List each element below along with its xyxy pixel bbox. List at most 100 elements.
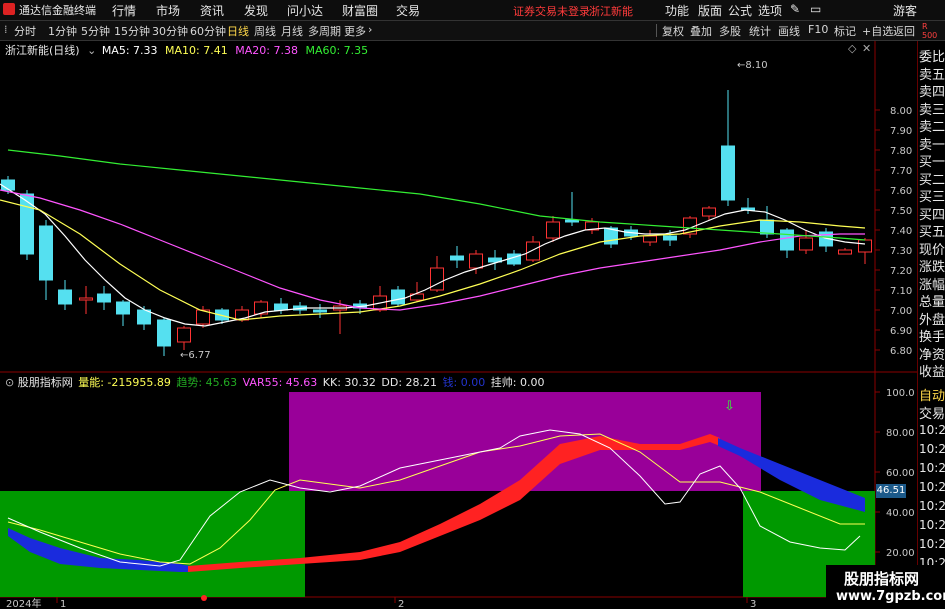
candle-down [741, 198, 755, 214]
menu-gongshi[interactable]: 公式 [728, 2, 752, 19]
trade-status[interactable]: 证券交易未登录 [513, 3, 590, 19]
indicator-tick-label: 40.00 [886, 508, 915, 519]
period-toolbar: ⁞ 分时 1分钟 5分钟 15分钟 30分钟 60分钟 日线 周线 月线 多周期… [0, 21, 945, 41]
app-title: 通达信金融终端 [19, 4, 96, 17]
tool-fuquan[interactable]: 复权 [662, 23, 684, 39]
ma60-label: MA60: 7.35 [305, 44, 369, 57]
candle-up [702, 206, 716, 220]
main-chart-header: 浙江新能(日线) ⌄ MA5: 7.33 MA10: 7.41 MA20: 7.… [5, 42, 368, 58]
period-multi[interactable]: 多周期 [308, 23, 341, 39]
tool-zixuan[interactable]: +自选 [862, 23, 893, 39]
candle-up [254, 300, 268, 318]
year-label: 2024年 [6, 597, 41, 609]
candle-down [157, 318, 171, 356]
ma20-line [0, 189, 865, 311]
period-daily[interactable]: 日线 [227, 23, 249, 39]
menu-faxian[interactable]: 发现 [244, 2, 268, 19]
settings-icon[interactable]: ⊙ [5, 376, 14, 389]
ma10-label: MA10: 7.41 [165, 44, 228, 57]
auto-trade-button[interactable]: 自动 [919, 385, 945, 404]
menu-gongneng[interactable]: 功能 [665, 2, 689, 19]
quote-field-label: 涨幅 [919, 277, 945, 293]
period-5min[interactable]: 5分钟 [81, 23, 110, 39]
trade-time: 10:20 [919, 537, 945, 551]
menu-jiaoyi[interactable]: 交易 [396, 2, 420, 19]
draw-line-icon-menu[interactable]: ✎ [790, 2, 800, 16]
tool-huaxian[interactable]: 画线 [778, 23, 800, 39]
candle-up [643, 230, 657, 246]
quote-field-label: 换手 [919, 330, 945, 345]
price-tick-label: 7.50 [890, 206, 912, 217]
tool-tongji[interactable]: 统计 [749, 23, 771, 39]
price-tick-label: 6.90 [890, 326, 912, 337]
collapse-icon[interactable]: ⌄ [87, 44, 96, 57]
quote-field-label: 买五 [919, 225, 945, 240]
tool-f10[interactable]: F10 [808, 23, 828, 36]
month-label: 1 [60, 599, 66, 609]
window-icon[interactable]: ▭ [810, 2, 821, 16]
tool-biaoji[interactable]: 标记 [834, 23, 856, 39]
menu-banmian[interactable]: 版面 [698, 2, 722, 19]
period-1min[interactable]: 1分钟 [48, 23, 77, 39]
var55-label: VAR55: 45.63 [242, 376, 318, 389]
period-monthly[interactable]: 月线 [281, 23, 303, 39]
period-more[interactable]: 更多 [344, 23, 366, 39]
price-tick-label: 8.00 [890, 106, 912, 117]
period-fenshi[interactable]: 分时 [14, 23, 36, 39]
menu-xuanxiang[interactable]: 选项 [758, 2, 782, 19]
candle-up [526, 236, 540, 262]
quote-field-label: 买三 [919, 190, 945, 205]
candle-up [79, 286, 93, 314]
ma20-label: MA20: 7.38 [235, 44, 298, 57]
menu-shichang[interactable]: 市场 [156, 2, 180, 19]
candle-up [546, 216, 560, 242]
stock-period-title: 浙江新能(日线) [5, 44, 80, 57]
price-tick-label: 7.00 [890, 306, 912, 317]
quote-field-label: 涨跌 [919, 260, 945, 275]
candle-up [858, 238, 872, 264]
trade-time: 10:20 [919, 461, 945, 475]
indicator-tick-label: 20.00 [886, 548, 915, 559]
candle-up [683, 216, 697, 238]
chart-canvas[interactable]: ←8.10 ←6.77 8.00 7.90 7.80 7.70 7.60 7.50 7.40 7… [0, 41, 945, 609]
menu-wenxiaoda[interactable]: 问小达 [287, 2, 323, 19]
liangneng-label: 量能: -215955.89 [78, 376, 171, 389]
candle-down [507, 250, 521, 266]
guashuai-label: 挂帅: 0.00 [490, 376, 545, 389]
high-price-annotation: ←8.10 [737, 60, 768, 71]
quote-field-label: 委比 [919, 50, 945, 65]
close-icon[interactable]: ✕ [862, 42, 871, 55]
menu-hangqing[interactable]: 行情 [112, 2, 136, 19]
indicator-tick-label: 100.0 [886, 388, 915, 399]
app-logo-icon [3, 3, 15, 15]
r500-badge: R 500 [922, 22, 938, 40]
menu-caifuquan[interactable]: 财富圈 [342, 2, 378, 19]
quote-field-label: 卖四 [919, 85, 945, 100]
ma5-label: MA5: 7.33 [101, 44, 158, 57]
trade-button[interactable]: 交易 [919, 403, 945, 422]
tool-fanhui[interactable]: 返回 [893, 23, 915, 39]
candle-down [488, 250, 502, 270]
menu-guest[interactable]: 游客 [893, 2, 917, 19]
period-15min[interactable]: 15分钟 [114, 23, 150, 39]
quote-field-label: 总量 [919, 295, 945, 310]
tool-diejia[interactable]: 叠加 [690, 23, 712, 39]
price-tick-label: 7.90 [890, 126, 912, 137]
menu-zixun[interactable]: 资讯 [200, 2, 224, 19]
price-tick-label: 7.30 [890, 246, 912, 257]
watermark: 股朋指标网 www.7gpzb.com [826, 565, 945, 609]
diamond-icon[interactable]: ◇ [848, 42, 856, 55]
toolbar-handle-icon: ⁞ [4, 23, 8, 36]
event-marker-icon[interactable] [201, 595, 207, 601]
candle-down [58, 280, 72, 310]
period-weekly[interactable]: 周线 [254, 23, 276, 39]
quote-field-label: 净资 [919, 347, 945, 363]
chevron-right-icon[interactable]: › [368, 23, 372, 36]
indicator-header: ⊙ 股朋指标网 量能: -215955.89 趋势: 45.63 VAR55: … [5, 374, 544, 390]
quote-field-label: 卖五 [919, 67, 945, 83]
period-30min[interactable]: 30分钟 [152, 23, 188, 39]
period-60min[interactable]: 60分钟 [190, 23, 226, 39]
tool-duogu[interactable]: 多股 [719, 23, 741, 39]
candle-up [799, 230, 813, 254]
indicator-tick-label: 60.00 [886, 468, 915, 479]
